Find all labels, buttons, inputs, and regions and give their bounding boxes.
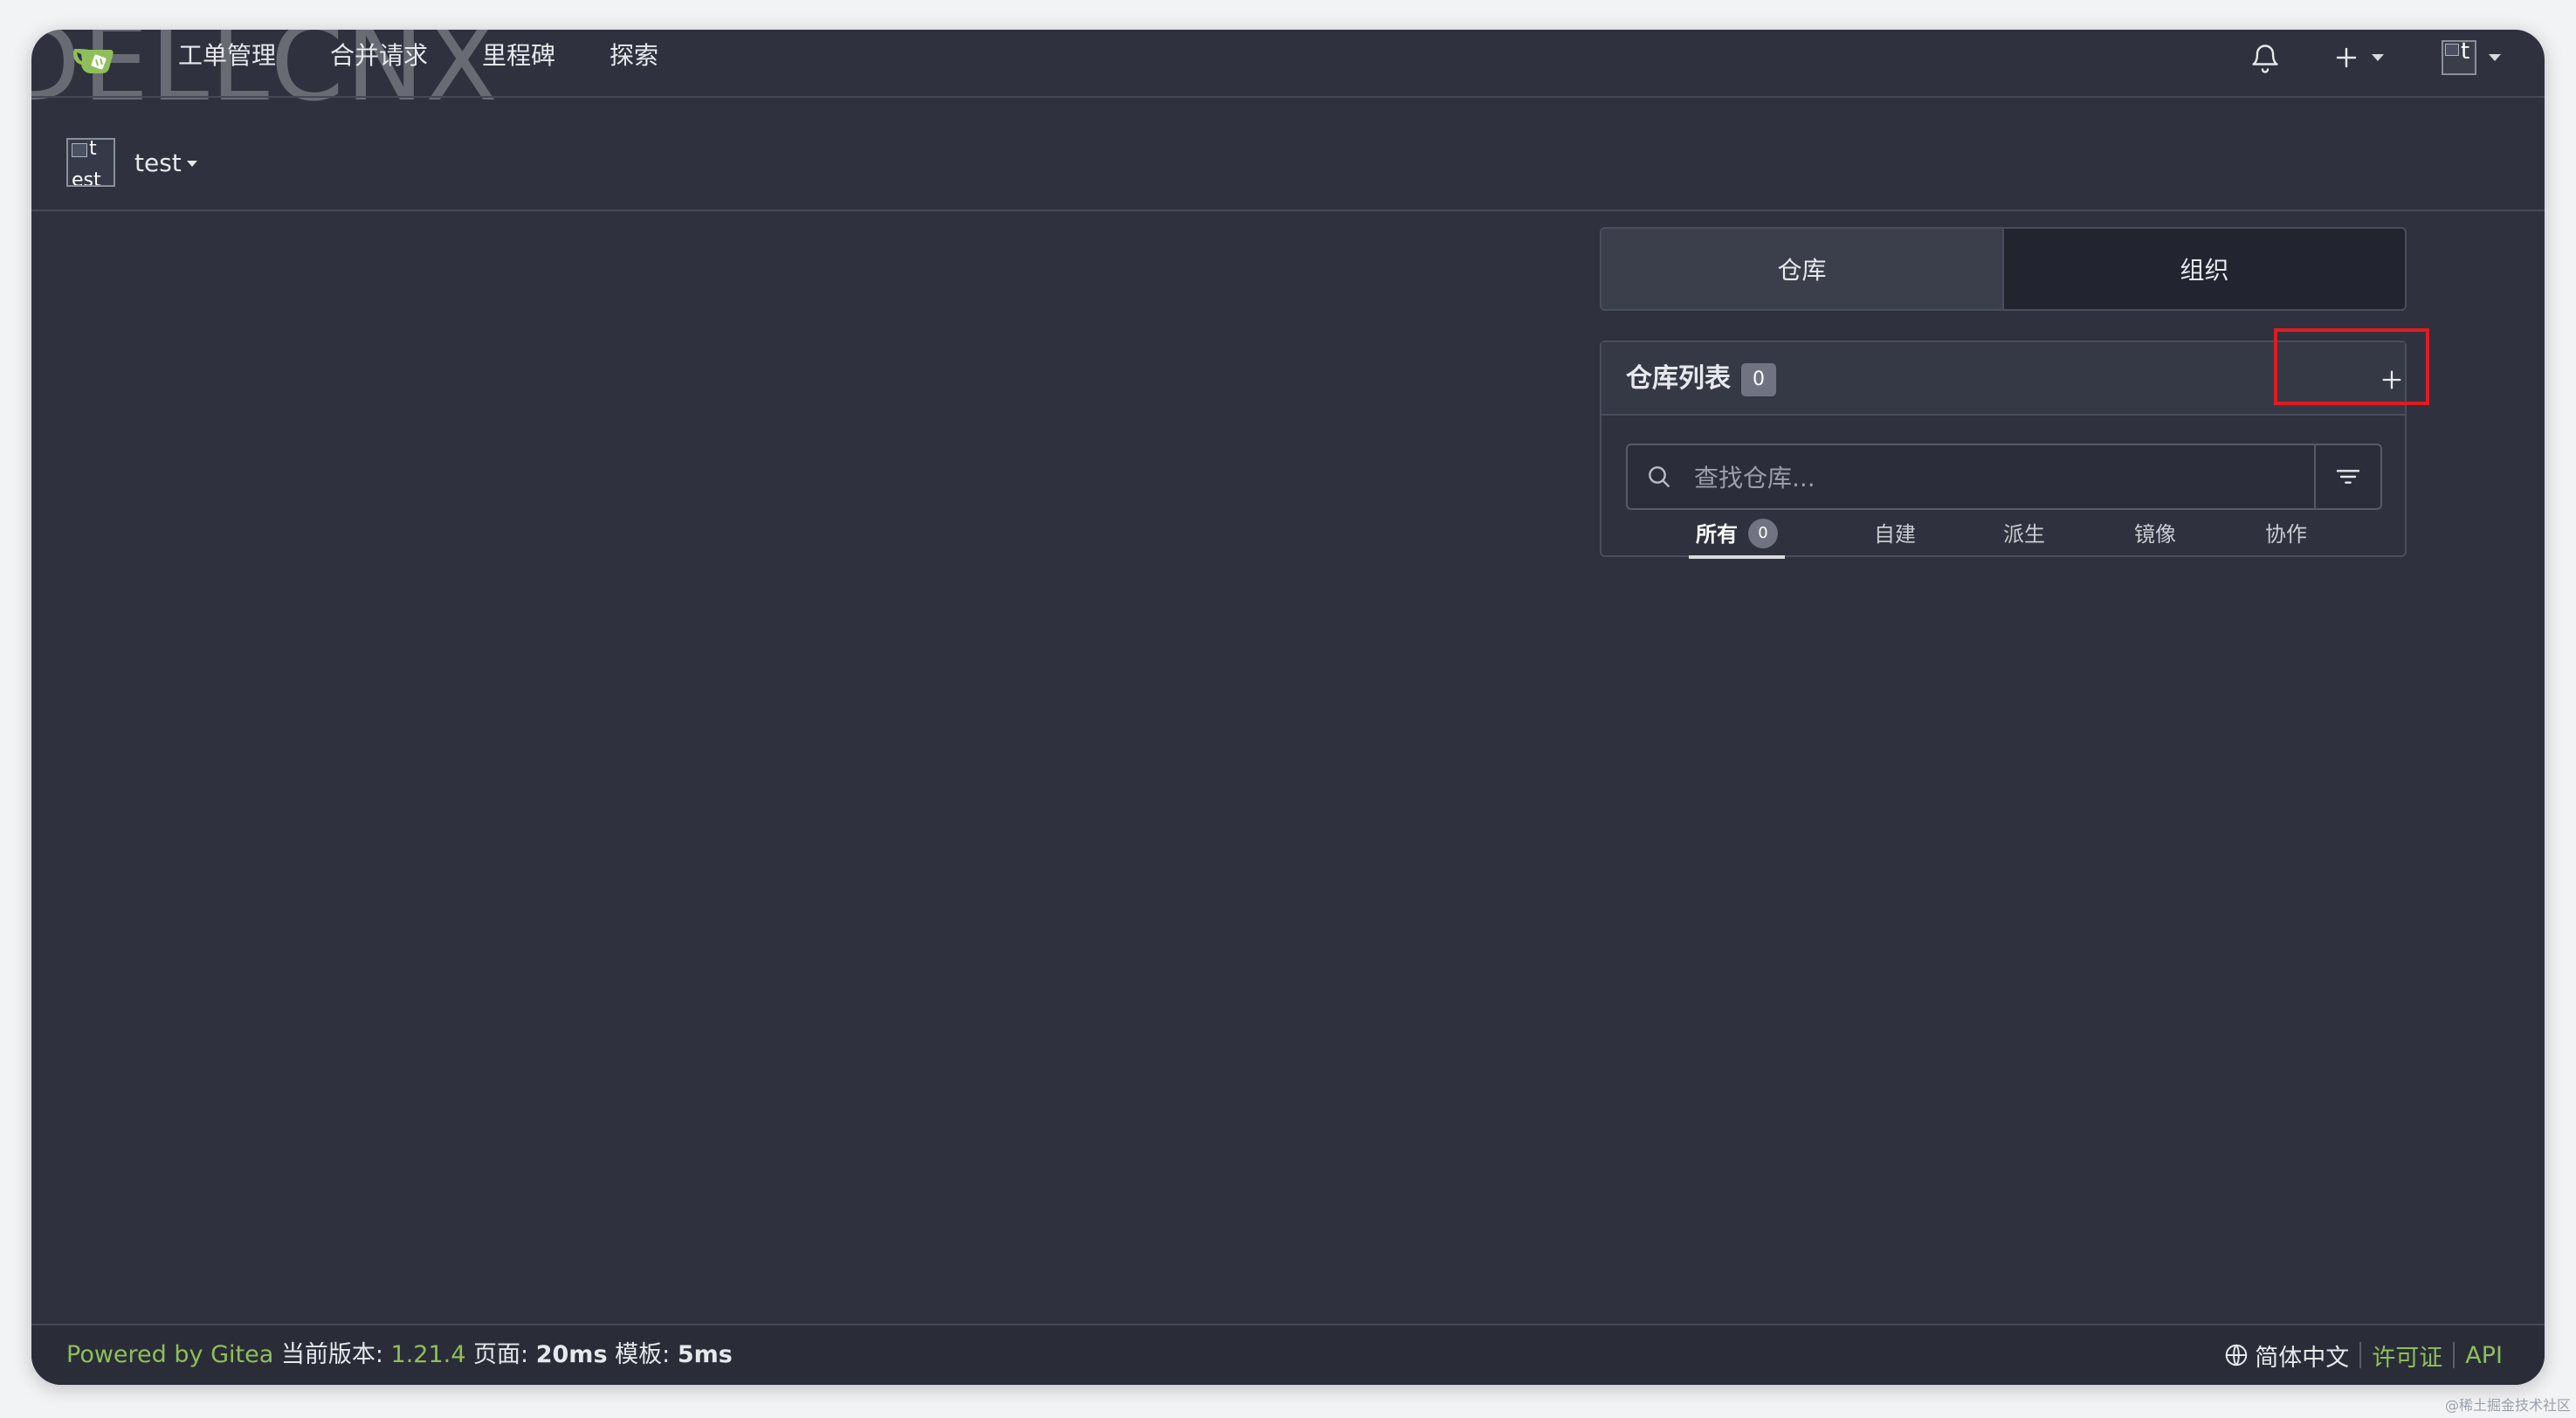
filter-tab-mirrors[interactable]: 镜像 [2134, 517, 2176, 555]
powered-by-link[interactable]: Powered by Gitea [66, 1341, 273, 1368]
divider [2359, 1342, 2362, 1368]
app-window: DELLCNX 工单管理 合并请求 里程碑 探索 t t est test 仓库… [31, 30, 2545, 1385]
credit-watermark: @稀土掘金技术社区 [2444, 1397, 2571, 1414]
nav-issues[interactable]: 工单管理 [178, 30, 276, 98]
chevron-down-icon [2372, 54, 2384, 61]
filter-tab-collaborative[interactable]: 协作 [2265, 517, 2307, 555]
footer-links: 简体中文 许可证 API [2223, 1338, 2503, 1373]
create-menu-button[interactable] [2333, 40, 2384, 75]
version-link[interactable]: 1.21.4 [391, 1341, 466, 1368]
repo-count-badge: 0 [1741, 363, 1776, 396]
filter-tab-sources[interactable]: 自建 [1874, 517, 1916, 555]
context-name: test [134, 148, 182, 177]
gitea-logo-icon[interactable] [72, 42, 117, 77]
chevron-down-icon [186, 160, 197, 167]
notifications-button[interactable] [2249, 40, 2281, 75]
language-selector[interactable]: 简体中文 [2223, 1339, 2349, 1373]
user-menu-button[interactable]: t [2442, 40, 2501, 75]
avatar: t [2442, 40, 2476, 75]
repo-search-input[interactable] [1692, 452, 2272, 503]
tab-organizations[interactable]: 组织 [2002, 229, 2405, 309]
nav-explore[interactable]: 探索 [610, 30, 658, 98]
repo-filter-tabs: 所有 0 自建 派生 镜像 协作 [1601, 517, 2405, 559]
dashboard-header: t est test [31, 98, 2545, 211]
globe-icon [2226, 1344, 2248, 1366]
bell-icon [2252, 45, 2278, 73]
dashboard-tabs: 仓库 组织 [1600, 227, 2407, 311]
context-avatar[interactable]: t est [66, 138, 115, 187]
repo-list-title: 仓库列表 [1626, 363, 1731, 394]
divider [2453, 1342, 2455, 1368]
footer-info: Powered by Gitea 当前版本: 1.21.4 页面: 20ms 模… [66, 1341, 733, 1368]
repo-search-box [1626, 444, 2382, 510]
add-repo-button[interactable] [2274, 328, 2429, 405]
all-count-badge: 0 [1748, 519, 1778, 548]
repo-list-panel: 仓库列表 0 所有0 自建 派生 [1600, 328, 2429, 559]
tab-repositories[interactable]: 仓库 [1601, 229, 2002, 309]
search-icon [1649, 466, 1670, 487]
context-switcher[interactable]: test [134, 141, 197, 185]
nav-pulls[interactable]: 合并请求 [330, 30, 428, 98]
plus-icon [2336, 47, 2357, 68]
top-navbar: 工单管理 合并请求 里程碑 探索 t [31, 30, 2545, 98]
nav-milestones[interactable]: 里程碑 [482, 30, 555, 98]
chevron-down-icon [2489, 54, 2501, 61]
api-link[interactable]: API [2465, 1342, 2503, 1369]
filter-tab-all[interactable]: 所有 0 [1689, 517, 1785, 559]
filter-icon [2336, 470, 2360, 484]
license-link[interactable]: 许可证 [2372, 1339, 2442, 1373]
filter-button[interactable] [2314, 445, 2380, 508]
plus-icon [2382, 370, 2401, 389]
footer: Powered by Gitea 当前版本: 1.21.4 页面: 20ms 模… [31, 1324, 2545, 1385]
filter-tab-forks[interactable]: 派生 [2003, 517, 2045, 555]
